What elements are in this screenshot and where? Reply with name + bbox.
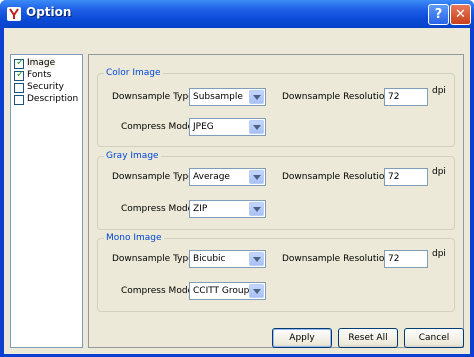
- gray-compress-mode-select[interactable]: ZIP: [189, 200, 266, 218]
- unit-label: dpi: [432, 167, 446, 177]
- resolution-label: Downsample Resolution: [282, 172, 391, 182]
- security-checkbox[interactable]: [14, 83, 24, 93]
- fonts-checkbox[interactable]: ✓: [14, 69, 25, 81]
- option-dialog: Option ? ✕ ✓ Image ✓ Fonts Security Desc…: [0, 0, 474, 357]
- apply-button[interactable]: Apply: [272, 328, 332, 348]
- input-value: 72: [388, 92, 400, 102]
- help-icon: ?: [434, 7, 443, 22]
- color-resolution-input[interactable]: 72: [384, 88, 428, 106]
- dialog-body: ✓ Image ✓ Fonts Security Description Col…: [4, 28, 470, 354]
- chevron-down-icon[interactable]: [249, 90, 264, 104]
- cancel-button[interactable]: Cancel: [404, 328, 464, 348]
- tree-item-description[interactable]: Description: [14, 94, 82, 106]
- select-value: Bicubic: [193, 254, 226, 264]
- window-title: Option: [26, 5, 72, 19]
- gray-downsample-type-select[interactable]: Average: [189, 168, 266, 186]
- downsample-type-label: Downsample Type: [112, 172, 194, 182]
- resolution-label: Downsample Resolution: [282, 92, 391, 102]
- mono-resolution-input[interactable]: 72: [384, 250, 428, 268]
- close-icon: ✕: [455, 7, 466, 22]
- select-value: ZIP: [193, 204, 208, 214]
- unit-label: dpi: [432, 249, 446, 259]
- tree-item-security[interactable]: Security: [14, 82, 82, 94]
- reset-all-button[interactable]: Reset All: [338, 328, 398, 348]
- group-title: Color Image: [104, 68, 163, 78]
- compress-mode-label: Compress Mode: [121, 204, 194, 214]
- chevron-down-icon[interactable]: [249, 252, 264, 266]
- option-tree: ✓ Image ✓ Fonts Security Description: [10, 54, 83, 348]
- gray-resolution-input[interactable]: 72: [384, 168, 428, 186]
- image-checkbox[interactable]: ✓: [14, 57, 25, 69]
- chevron-down-icon[interactable]: [249, 202, 264, 216]
- chevron-down-icon[interactable]: [249, 284, 264, 298]
- mono-image-group: Mono Image Downsample Type Bicubic Downs…: [97, 233, 455, 312]
- check-icon: ✓: [16, 69, 25, 80]
- color-downsample-type-select[interactable]: Subsample: [189, 88, 266, 106]
- settings-panel: Color Image Downsample Type Subsample Do…: [88, 54, 464, 348]
- resolution-label: Downsample Resolution: [282, 254, 391, 264]
- compress-mode-label: Compress Mode: [121, 286, 194, 296]
- tree-item-label: Image: [27, 58, 56, 68]
- check-icon: ✓: [16, 57, 25, 68]
- group-title: Gray Image: [104, 151, 161, 161]
- help-button[interactable]: ?: [428, 4, 449, 25]
- downsample-type-label: Downsample Type: [112, 254, 194, 264]
- title-bar[interactable]: Option ? ✕: [0, 0, 474, 28]
- select-value: Subsample: [193, 92, 243, 102]
- input-value: 72: [388, 254, 400, 264]
- chevron-down-icon[interactable]: [249, 170, 264, 184]
- mono-compress-mode-select[interactable]: CCITT Group 4: [189, 282, 266, 300]
- tree-item-label: Fonts: [27, 70, 52, 80]
- app-icon: [7, 7, 21, 21]
- color-compress-mode-select[interactable]: JPEG: [189, 118, 266, 136]
- gray-image-group: Gray Image Downsample Type Average Downs…: [97, 151, 455, 230]
- input-value: 72: [388, 172, 400, 182]
- mono-downsample-type-select[interactable]: Bicubic: [189, 250, 266, 268]
- select-value: Average: [193, 172, 230, 182]
- description-checkbox[interactable]: [14, 95, 24, 105]
- color-image-group: Color Image Downsample Type Subsample Do…: [97, 68, 455, 147]
- tree-item-fonts[interactable]: ✓ Fonts: [14, 69, 82, 82]
- unit-label: dpi: [432, 86, 446, 96]
- close-button[interactable]: ✕: [450, 4, 471, 25]
- tree-item-label: Description: [27, 94, 79, 104]
- compress-mode-label: Compress Mode: [121, 122, 194, 132]
- chevron-down-icon[interactable]: [249, 120, 264, 134]
- downsample-type-label: Downsample Type: [112, 92, 194, 102]
- tree-item-label: Security: [27, 82, 64, 92]
- group-title: Mono Image: [104, 233, 164, 243]
- select-value: JPEG: [193, 122, 214, 132]
